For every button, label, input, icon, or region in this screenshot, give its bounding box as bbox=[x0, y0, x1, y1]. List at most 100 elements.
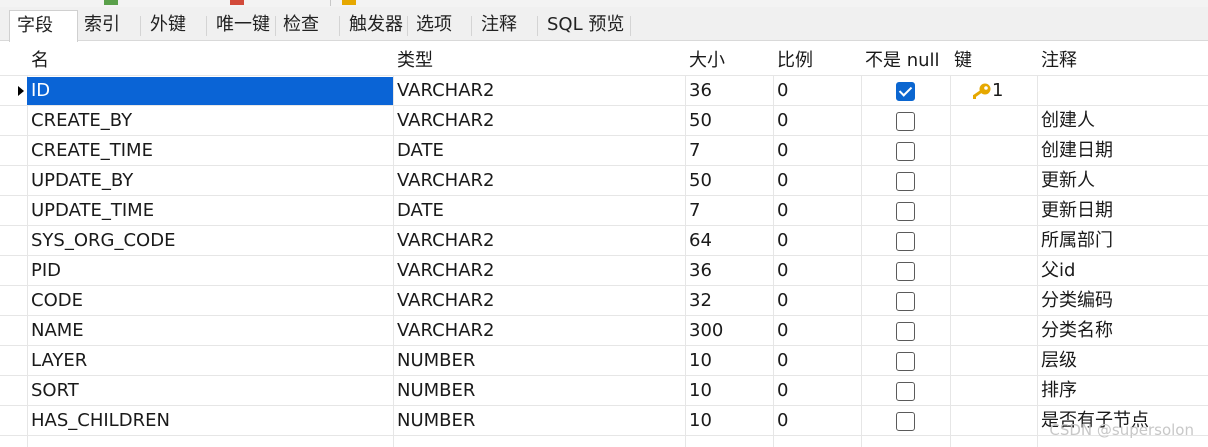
cell-comment[interactable]: 分类编码 bbox=[1037, 286, 1208, 316]
table-row[interactable]: CREATE_TIME DATE 7 0 创建日期 bbox=[0, 136, 1208, 166]
cell-size[interactable]: 10 bbox=[685, 406, 773, 436]
cell-name[interactable]: UPDATE_BY bbox=[27, 166, 393, 196]
tab-triggers[interactable]: 触发器 bbox=[342, 10, 403, 41]
table-row[interactable]: LAYER NUMBER 10 0 层级 bbox=[0, 346, 1208, 376]
cell-type[interactable]: VARCHAR2 bbox=[393, 256, 685, 286]
not-null-checkbox[interactable] bbox=[896, 142, 915, 161]
table-row[interactable]: SORT NUMBER 10 0 排序 bbox=[0, 376, 1208, 406]
cell-scale[interactable]: 0 bbox=[773, 106, 861, 136]
cell-name[interactable]: NAME bbox=[27, 316, 393, 346]
cell-comment[interactable]: 更新日期 bbox=[1037, 196, 1208, 226]
not-null-checkbox[interactable] bbox=[896, 292, 915, 311]
cell-size[interactable]: 7 bbox=[685, 196, 773, 226]
cell-comment[interactable]: 分类名称 bbox=[1037, 316, 1208, 346]
table-row[interactable]: NAME VARCHAR2 300 0 分类名称 bbox=[0, 316, 1208, 346]
table-row[interactable]: CREATE_BY VARCHAR2 50 0 创建人 bbox=[0, 106, 1208, 136]
table-row[interactable]: CODE VARCHAR2 32 0 分类编码 bbox=[0, 286, 1208, 316]
column-header-scale[interactable]: 比例 bbox=[773, 46, 861, 76]
column-header-not-null[interactable]: 不是 null bbox=[861, 46, 950, 76]
tab-sql-preview[interactable]: SQL 预览 bbox=[540, 10, 624, 41]
cell-size[interactable]: 36 bbox=[685, 256, 773, 286]
cell-type[interactable]: VARCHAR2 bbox=[393, 106, 685, 136]
cell-name[interactable]: LAYER bbox=[27, 346, 393, 376]
toolbar-icon-2[interactable] bbox=[230, 0, 244, 5]
column-header-comment[interactable]: 注释 bbox=[1037, 46, 1208, 76]
cell-name[interactable]: PID bbox=[27, 256, 393, 286]
not-null-checkbox[interactable] bbox=[896, 412, 915, 431]
cell-type[interactable]: NUMBER bbox=[393, 406, 685, 436]
cell-comment[interactable] bbox=[1037, 76, 1208, 106]
fields-grid[interactable]: 名 类型 大小 比例 不是 null 键 注释 ID VARCHAR2 36 0 1 CR… bbox=[0, 46, 1208, 447]
not-null-checkbox[interactable] bbox=[896, 352, 915, 371]
tab-unique-keys[interactable]: 唯一键 bbox=[209, 10, 270, 41]
cell-name[interactable]: SORT bbox=[27, 376, 393, 406]
cell-size[interactable]: 50 bbox=[685, 166, 773, 196]
not-null-checkbox[interactable] bbox=[896, 322, 915, 341]
cell-scale[interactable]: 0 bbox=[773, 316, 861, 346]
cell-scale[interactable]: 0 bbox=[773, 136, 861, 166]
cell-comment[interactable]: 更新人 bbox=[1037, 166, 1208, 196]
cell-comment[interactable]: 排序 bbox=[1037, 376, 1208, 406]
tab-options[interactable]: 选项 bbox=[409, 10, 452, 41]
table-row[interactable]: UPDATE_TIME DATE 7 0 更新日期 bbox=[0, 196, 1208, 226]
not-null-checkbox[interactable] bbox=[896, 202, 915, 221]
cell-scale[interactable]: 0 bbox=[773, 406, 861, 436]
column-header-key[interactable]: 键 bbox=[950, 46, 1037, 76]
not-null-checkbox[interactable] bbox=[896, 262, 915, 281]
tab-checks[interactable]: 检查 bbox=[276, 10, 319, 41]
not-null-checkbox[interactable] bbox=[896, 112, 915, 131]
not-null-checkbox[interactable] bbox=[896, 232, 915, 251]
cell-scale[interactable]: 0 bbox=[773, 286, 861, 316]
tab-comments[interactable]: 注释 bbox=[474, 10, 517, 41]
cell-scale[interactable]: 0 bbox=[773, 166, 861, 196]
table-row[interactable]: SYS_ORG_CODE VARCHAR2 64 0 所属部门 bbox=[0, 226, 1208, 256]
cell-type[interactable]: VARCHAR2 bbox=[393, 226, 685, 256]
cell-size[interactable]: 50 bbox=[685, 106, 773, 136]
cell-name[interactable]: CREATE_TIME bbox=[27, 136, 393, 166]
cell-scale[interactable]: 0 bbox=[773, 226, 861, 256]
cell-size[interactable]: 36 bbox=[685, 76, 773, 106]
cell-scale[interactable]: 0 bbox=[773, 346, 861, 376]
cell-comment[interactable]: 所属部门 bbox=[1037, 226, 1208, 256]
column-header-size[interactable]: 大小 bbox=[685, 46, 773, 76]
toolbar-key-icon[interactable] bbox=[342, 0, 356, 5]
cell-size[interactable]: 10 bbox=[685, 376, 773, 406]
column-header-type[interactable]: 类型 bbox=[393, 46, 685, 76]
cell-type[interactable]: NUMBER bbox=[393, 376, 685, 406]
cell-type[interactable]: VARCHAR2 bbox=[393, 316, 685, 346]
cell-name[interactable]: SYS_ORG_CODE bbox=[27, 226, 393, 256]
tab-indexes[interactable]: 索引 bbox=[77, 10, 120, 41]
cell-comment[interactable]: 创建日期 bbox=[1037, 136, 1208, 166]
cell-type[interactable]: DATE bbox=[393, 196, 685, 226]
not-null-checkbox[interactable] bbox=[896, 172, 915, 191]
table-row[interactable]: PID VARCHAR2 36 0 父id bbox=[0, 256, 1208, 286]
cell-comment[interactable]: 创建人 bbox=[1037, 106, 1208, 136]
table-row[interactable]: UPDATE_BY VARCHAR2 50 0 更新人 bbox=[0, 166, 1208, 196]
tab-fields[interactable]: 字段 bbox=[9, 10, 78, 42]
cell-comment[interactable]: 父id bbox=[1037, 256, 1208, 286]
cell-type[interactable]: VARCHAR2 bbox=[393, 286, 685, 316]
table-row[interactable]: HAS_CHILDREN NUMBER 10 0 是否有子节点 bbox=[0, 406, 1208, 436]
cell-size[interactable]: 300 bbox=[685, 316, 773, 346]
toolbar-icon-1[interactable] bbox=[104, 0, 118, 5]
tab-foreign-keys[interactable]: 外键 bbox=[143, 10, 186, 41]
cell-size[interactable]: 64 bbox=[685, 226, 773, 256]
cell-name[interactable]: UPDATE_TIME bbox=[27, 196, 393, 226]
cell-scale[interactable]: 0 bbox=[773, 76, 861, 106]
not-null-checkbox[interactable] bbox=[896, 82, 915, 101]
column-header-name[interactable]: 名 bbox=[27, 46, 393, 76]
not-null-checkbox[interactable] bbox=[896, 382, 915, 401]
cell-type[interactable]: NUMBER bbox=[393, 346, 685, 376]
cell-type[interactable]: VARCHAR2 bbox=[393, 76, 685, 106]
cell-scale[interactable]: 0 bbox=[773, 256, 861, 286]
cell-size[interactable]: 10 bbox=[685, 346, 773, 376]
cell-type[interactable]: VARCHAR2 bbox=[393, 166, 685, 196]
cell-name[interactable]: CREATE_BY bbox=[27, 106, 393, 136]
table-row[interactable]: ID VARCHAR2 36 0 1 bbox=[0, 76, 1208, 106]
cell-type[interactable]: DATE bbox=[393, 136, 685, 166]
cell-name[interactable]: HAS_CHILDREN bbox=[27, 406, 393, 436]
cell-scale[interactable]: 0 bbox=[773, 196, 861, 226]
cell-size[interactable]: 32 bbox=[685, 286, 773, 316]
cell-scale[interactable]: 0 bbox=[773, 376, 861, 406]
cell-name[interactable]: ID bbox=[27, 77, 393, 105]
